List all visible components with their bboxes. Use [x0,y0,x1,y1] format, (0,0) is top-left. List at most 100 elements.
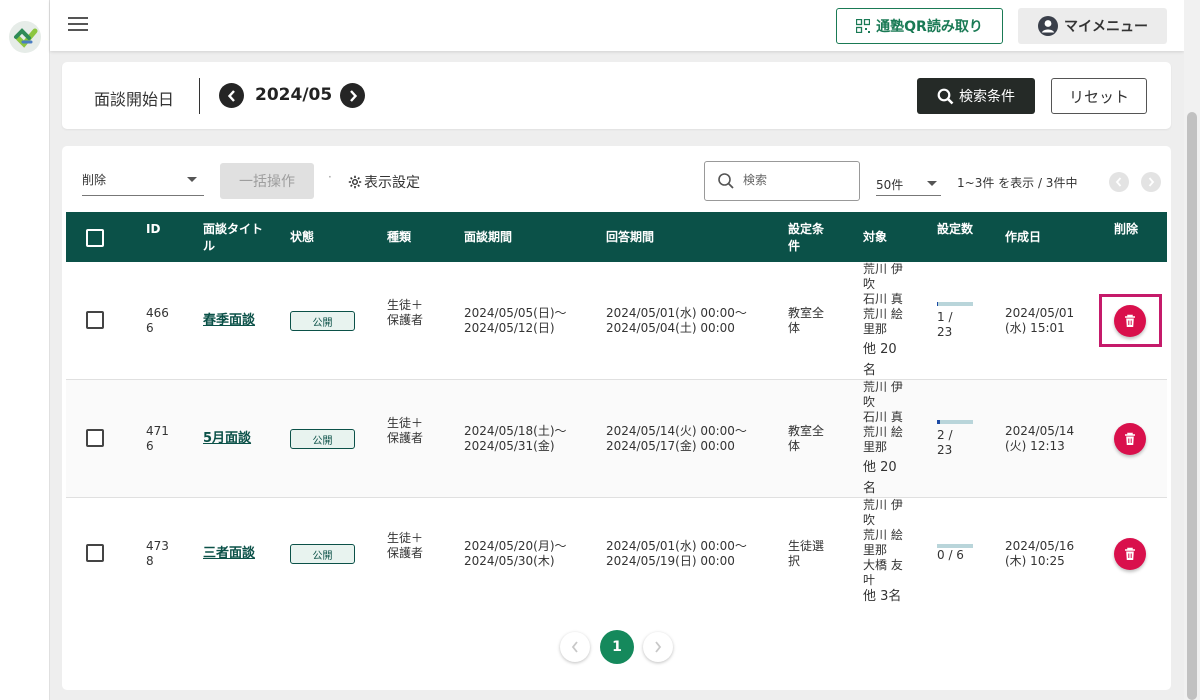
answer-end: 2024/05/19(日) 00:00 [606,554,735,568]
chevron-right-icon [349,89,357,102]
period-end: 2024/05/31(金) [464,439,555,453]
top-bar: 通塾QR読み取り マイメニュー [50,0,1184,51]
chevron-left-icon [227,89,235,102]
search-input[interactable] [743,173,853,187]
search-conditions-button[interactable]: 検索条件 [917,78,1035,114]
search-icon [718,173,734,189]
my-menu-button[interactable]: マイメニュー [1018,8,1167,44]
trash-icon [1125,547,1135,560]
scrollbar-thumb[interactable] [1187,112,1197,700]
created-date: 2024/05/01 [1005,306,1075,320]
bulk-action-value: 削除 [82,173,107,187]
prev-page-arrow[interactable] [1109,172,1129,192]
delete-button-highlight [1099,294,1162,347]
bulk-action-select[interactable]: 削除 [82,164,204,196]
created-at: 2024/05/14 (火) 12:13 [1005,424,1074,454]
divider [199,78,200,114]
created-at: 2024/05/16 (木) 10:25 [1005,539,1074,569]
user-circle-icon [1038,16,1058,36]
status-badge: 公開 [290,311,355,331]
qr-scan-button[interactable]: 通塾QR読み取り [836,8,1003,44]
period-start: 2024/05/18(土)〜 [464,424,567,438]
answer-start: 2024/05/01(水) 00:00〜 [606,306,747,320]
pagination-prev-button[interactable] [560,632,590,662]
condition: 教室全体 [788,306,825,335]
search-field[interactable] [704,161,860,201]
pagination-page-button[interactable]: 1 [600,630,634,664]
result-count: 1~3件 を表示 / 3件中 [957,176,1078,190]
interview-title-link[interactable]: 春季面談 [203,313,255,328]
col-type: 種類 [387,230,412,244]
table-row: 4666 春季面談 公開 生徒＋保護者 2024/05/05(日)〜 2024/… [66,262,1167,380]
qr-code-icon [856,19,871,33]
created-time: (火) 12:13 [1005,439,1065,453]
setting-progress [937,420,973,424]
prev-month-button[interactable] [219,83,244,108]
side-rail [0,0,50,700]
setting-count: 1 / 23 [937,310,953,339]
interview-type: 生徒＋保護者 [387,298,424,327]
row-id: 4716 [146,424,169,453]
search-icon [937,88,954,104]
next-page-arrow[interactable] [1141,172,1161,192]
trash-icon [1125,432,1135,445]
target-others: 他 20名 [863,460,897,496]
interview-title-link[interactable]: 5月面談 [203,431,251,446]
page-scrollbar[interactable] [1184,0,1200,700]
period-start: 2024/05/05(日)〜 [464,306,567,320]
next-month-button[interactable] [340,83,365,108]
app-logo-icon[interactable] [9,21,41,53]
col-setting-count: 設定数 [937,222,974,236]
reset-button[interactable]: リセット [1051,78,1147,114]
row-checkbox[interactable] [86,429,104,447]
period-end: 2024/05/12(日) [464,321,555,335]
display-settings-label: 表示設定 [364,175,420,191]
chevron-right-icon [655,641,662,653]
chevron-right-icon [1148,177,1155,187]
setting-progress [937,302,973,306]
target-others: 他 20名 [863,342,897,378]
interview-title-link[interactable]: 三者面談 [203,546,255,561]
row-checkbox[interactable] [86,544,104,562]
col-interview-period: 面談期間 [464,230,513,244]
col-delete: 削除 [1114,222,1139,236]
chevron-left-icon [1115,177,1122,187]
table-row: 4738 三者面談 公開 生徒＋保護者 2024/05/20(月)〜 2024/… [66,498,1167,616]
answer-end: 2024/05/17(金) 00:00 [606,439,735,453]
col-id: ID [146,222,161,236]
current-month: 2024/05 [255,85,333,105]
row-id: 4666 [146,306,169,335]
target-names: 荒川 伊吹 石川 真 荒川 絵里那 [863,380,903,454]
setting-count: 0 / 6 [937,548,964,562]
col-created: 作成日 [1005,230,1042,244]
delete-button[interactable] [1114,423,1146,455]
answer-start: 2024/05/14(火) 00:00〜 [606,424,747,438]
interview-list-card: 削除 一括操作 · 表示設定 50件 1~3件 を表示 / 3件中 ID 面談タ… [62,146,1171,690]
created-date: 2024/05/14 [1005,424,1075,438]
status-badge: 公開 [290,429,355,449]
hamburger-menu-icon[interactable] [68,17,88,33]
col-target: 対象 [863,230,888,244]
interview-period: 2024/05/18(土)〜 2024/05/31(金) [464,424,567,454]
col-status: 状態 [290,230,315,244]
period-start: 2024/05/20(月)〜 [464,539,567,553]
created-time: (水) 15:01 [1005,321,1065,335]
status-badge: 公開 [290,544,355,564]
gear-icon [348,175,362,189]
created-time: (木) 10:25 [1005,554,1065,568]
date-filter-card: 面談開始日 2024/05 検索条件 リセット [62,62,1171,129]
answer-period: 2024/05/14(火) 00:00〜 2024/05/17(金) 00:00 [606,424,747,454]
delete-button[interactable] [1114,538,1146,570]
select-all-checkbox[interactable] [86,229,104,247]
pagination-next-button[interactable] [643,632,673,662]
row-checkbox[interactable] [86,311,104,329]
table-header: ID 面談タイトル 状態 種類 面談期間 回答期間 設定条件 対象 設定数 作成… [66,212,1167,262]
per-page-select[interactable]: 50件 [876,170,941,196]
answer-period: 2024/05/01(水) 00:00〜 2024/05/19(日) 00:00 [606,539,747,569]
bulk-action-button[interactable]: 一括操作 [220,163,314,199]
setting-progress-fill [937,420,941,424]
date-filter-label: 面談開始日 [94,90,175,109]
display-settings-button[interactable]: 表示設定 [348,172,420,192]
created-date: 2024/05/16 [1005,539,1075,553]
target-others: 他 3名 [863,589,902,604]
